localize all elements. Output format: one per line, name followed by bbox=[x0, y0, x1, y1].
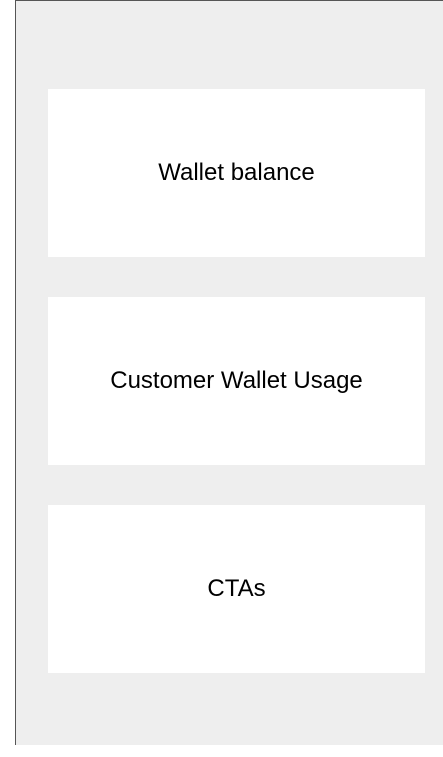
ctas-label: CTAs bbox=[207, 575, 266, 602]
ctas-section: CTAs bbox=[48, 505, 425, 673]
wallet-balance-section: Wallet balance bbox=[48, 89, 425, 257]
customer-wallet-usage-label: Customer Wallet Usage bbox=[110, 367, 363, 394]
customer-wallet-usage-section: Customer Wallet Usage bbox=[48, 297, 425, 465]
wallet-balance-label: Wallet balance bbox=[158, 159, 315, 186]
